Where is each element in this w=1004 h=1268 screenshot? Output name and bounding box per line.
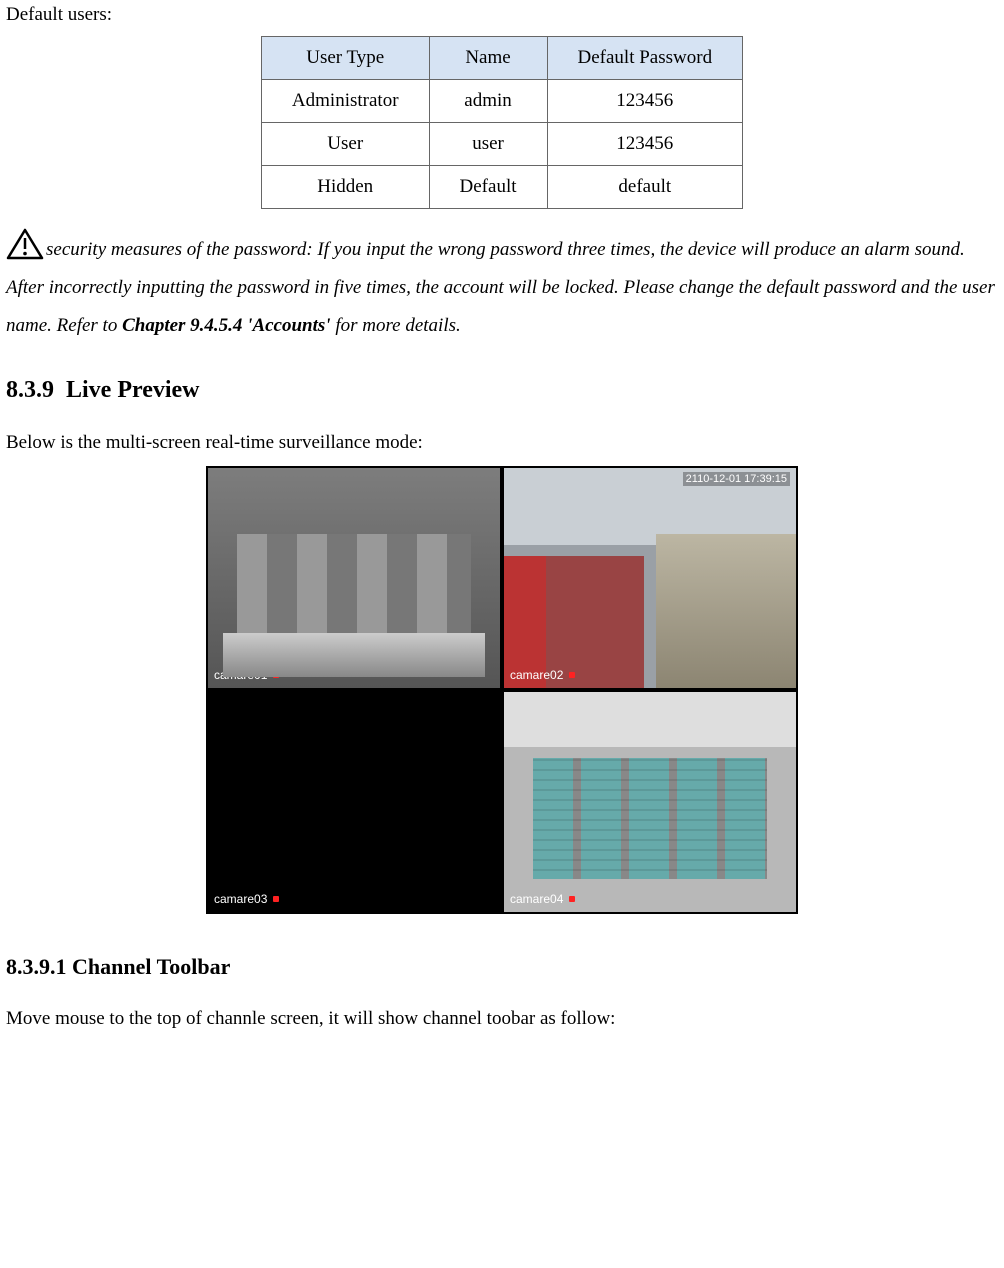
record-dot-icon <box>569 672 575 678</box>
camera-timestamp: 2110-12-01 17:39:15 <box>683 472 790 486</box>
table-row: Hidden Default default <box>261 166 742 209</box>
camera-label-text: camare03 <box>214 892 267 906</box>
camera-label: camare03 <box>214 892 279 906</box>
table-cell: admin <box>429 80 547 123</box>
record-dot-icon <box>273 896 279 902</box>
camera-label: camare04 <box>510 892 575 906</box>
camera-label: camare02 <box>510 668 575 682</box>
camera-label-text: camare04 <box>510 892 563 906</box>
table-cell: User <box>261 123 429 166</box>
security-warning: security measures of the password: If yo… <box>6 228 998 345</box>
camera-cell-3: camare03 <box>208 692 500 912</box>
table-header-name: Name <box>429 37 547 80</box>
table-header-usertype: User Type <box>261 37 429 80</box>
channel-toolbar-caption: Move mouse to the top of channle screen,… <box>6 1008 998 1030</box>
warning-reference: Chapter 9.4.5.4 'Accounts' <box>122 315 331 336</box>
camera-cell-4: camare04 <box>504 692 796 912</box>
camera-label-text: camare02 <box>510 668 563 682</box>
table-row: Administrator admin 123456 <box>261 80 742 123</box>
table-cell: Administrator <box>261 80 429 123</box>
table-cell: Default <box>429 166 547 209</box>
table-header-password: Default Password <box>547 37 743 80</box>
heading-title: Live Preview <box>66 377 200 403</box>
camera-label: camare01 <box>214 668 279 682</box>
warning-icon <box>6 228 44 260</box>
table-cell: user <box>429 123 547 166</box>
heading-number: 8.3.9 <box>6 377 54 403</box>
heading-title: Channel Toolbar <box>72 954 230 979</box>
record-dot-icon <box>273 672 279 678</box>
live-preview-screenshot: camare01 2110-12-01 17:39:15 camare02 ca… <box>206 466 798 914</box>
camera-cell-2: 2110-12-01 17:39:15 camare02 <box>504 468 796 688</box>
table-cell: default <box>547 166 743 209</box>
table-row: User user 123456 <box>261 123 742 166</box>
table-cell: 123456 <box>547 123 743 166</box>
warning-text-after: for more details. <box>331 315 461 336</box>
live-preview-caption: Below is the multi-screen real-time surv… <box>6 432 998 454</box>
camera-label-text: camare01 <box>214 668 267 682</box>
heading-number: 8.3.9.1 <box>6 954 67 979</box>
record-dot-icon <box>569 896 575 902</box>
default-users-table: User Type Name Default Password Administ… <box>261 36 743 209</box>
table-cell: 123456 <box>547 80 743 123</box>
camera-cell-1: camare01 <box>208 468 500 688</box>
heading-channel-toolbar: 8.3.9.1 Channel Toolbar <box>6 954 998 980</box>
heading-live-preview: 8.3.9 Live Preview <box>6 377 998 404</box>
default-users-intro: Default users: <box>6 4 998 26</box>
table-cell: Hidden <box>261 166 429 209</box>
